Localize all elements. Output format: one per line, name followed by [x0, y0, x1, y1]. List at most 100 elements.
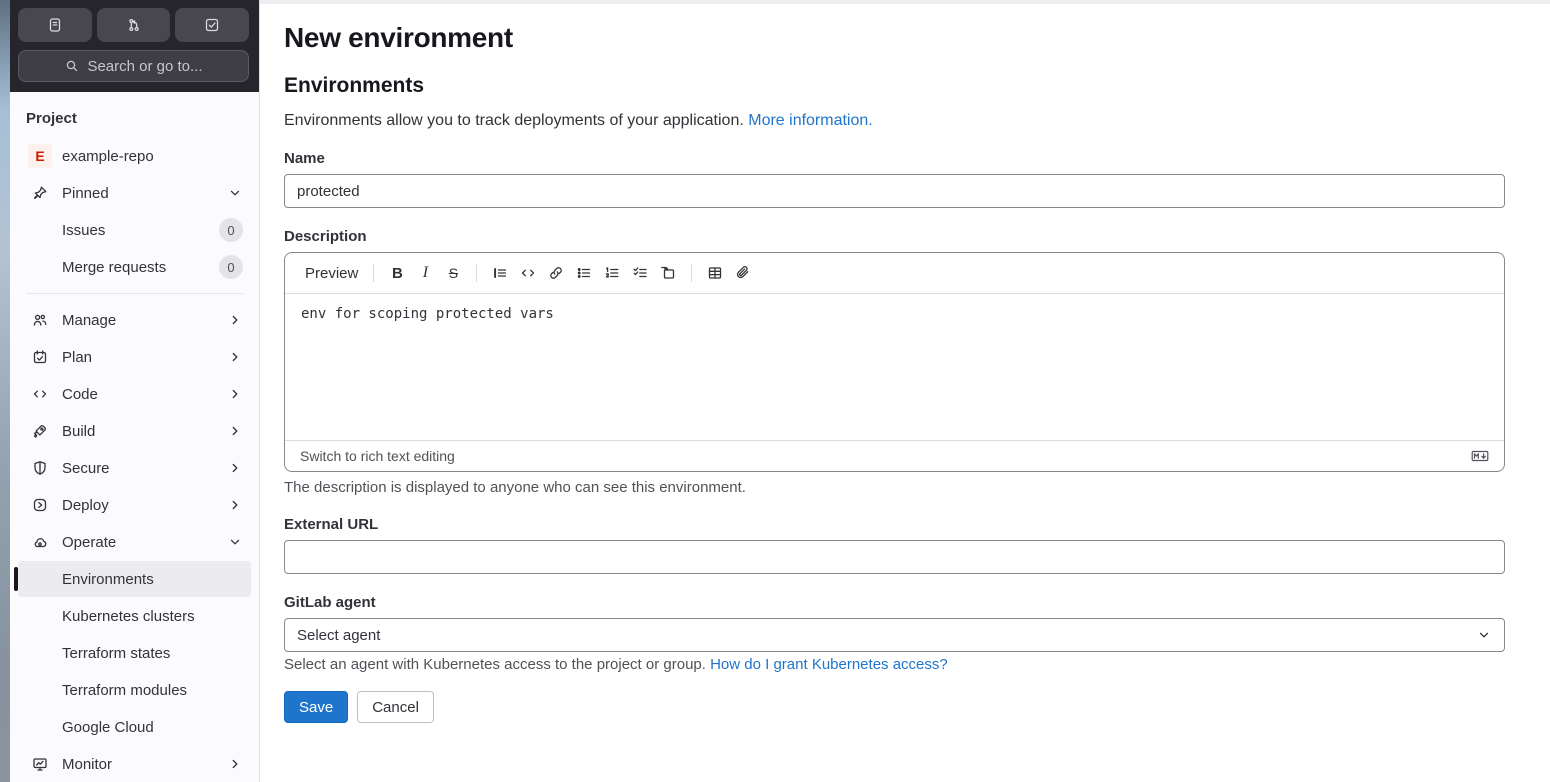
merge-requests-shortcut-button[interactable]	[96, 8, 171, 42]
description-helper: The description is displayed to anyone w…	[284, 479, 746, 496]
project-name: example-repo	[62, 147, 154, 165]
chevron-right-icon	[227, 312, 243, 328]
link-button[interactable]	[542, 259, 570, 287]
agent-select-value: Select agent	[297, 626, 381, 644]
name-input[interactable]	[284, 174, 1505, 208]
editor-footer: Switch to rich text editing	[285, 440, 1504, 471]
chevron-right-icon	[227, 460, 243, 476]
calendar-icon	[32, 349, 48, 365]
link-icon	[548, 265, 564, 281]
chevron-right-icon	[227, 423, 243, 439]
todo-shortcut-button[interactable]	[175, 8, 250, 42]
search-placeholder: Search or go to...	[87, 57, 203, 75]
sidebar-item-code[interactable]: Code	[18, 376, 251, 412]
code-icon	[520, 265, 536, 281]
sidebar-item-terraform-states[interactable]: Terraform states	[18, 635, 251, 671]
task-list-button[interactable]	[626, 259, 654, 287]
agent-helper: Select an agent with Kubernetes access t…	[284, 656, 1505, 673]
toolbar-separator	[691, 264, 693, 282]
cloud-pod-icon	[32, 534, 48, 550]
code-button[interactable]	[514, 259, 542, 287]
bullet-list-button[interactable]	[570, 259, 598, 287]
deploy-label: Deploy	[62, 496, 109, 514]
external-url-label: External URL	[284, 516, 379, 533]
sidebar-nav: Project E example-repo Pinned Issues 0 M…	[10, 92, 259, 782]
merge-requests-count-badge: 0	[219, 255, 243, 279]
sidebar-item-monitor[interactable]: Monitor	[18, 746, 251, 782]
name-label: Name	[284, 150, 325, 167]
preview-button[interactable]: Preview	[299, 261, 364, 286]
issues-count-badge: 0	[219, 218, 243, 242]
chevron-right-icon	[227, 386, 243, 402]
description-label: Description	[284, 228, 367, 245]
sidebar-section-label: Project	[26, 110, 77, 127]
numbered-list-icon	[604, 265, 620, 281]
chevron-right-icon	[227, 756, 243, 772]
markdown-icon	[1471, 448, 1489, 464]
pinned-label: Pinned	[62, 184, 109, 202]
merge-request-icon	[126, 17, 142, 33]
sidebar-item-deploy[interactable]: Deploy	[18, 487, 251, 523]
kubernetes-access-link[interactable]: How do I grant Kubernetes access?	[710, 656, 948, 673]
shield-icon	[32, 460, 48, 476]
attachment-button[interactable]	[729, 259, 757, 287]
collapsible-section-icon	[660, 265, 676, 281]
sidebar-item-terraform-modules[interactable]: Terraform modules	[18, 672, 251, 708]
code-icon	[32, 386, 48, 402]
sidebar-item-pinned[interactable]: Pinned	[18, 175, 251, 211]
sidebar-header: Search or go to...	[10, 0, 259, 92]
form-actions: Save Cancel	[284, 691, 1505, 723]
build-label: Build	[62, 422, 96, 440]
sidebar-item-project[interactable]: E example-repo	[18, 138, 251, 174]
sidebar-item-build[interactable]: Build	[18, 413, 251, 449]
kubernetes-clusters-label: Kubernetes clusters	[62, 607, 195, 625]
environments-heading: Environments	[284, 74, 425, 97]
numbered-list-button[interactable]	[598, 259, 626, 287]
table-button[interactable]	[701, 259, 729, 287]
issues-shortcut-button[interactable]	[18, 8, 92, 42]
deploy-icon	[32, 497, 48, 513]
desktop-edge-strip	[0, 0, 10, 782]
chevron-down-icon	[227, 185, 243, 201]
table-icon	[707, 265, 723, 281]
save-button[interactable]: Save	[284, 691, 349, 723]
external-url-input[interactable]	[284, 540, 1505, 574]
sidebar-item-google-cloud[interactable]: Google Cloud	[18, 709, 251, 745]
agent-helper-text: Select an agent with Kubernetes access t…	[284, 656, 711, 673]
sidebar-item-environments[interactable]: Environments	[14, 561, 251, 597]
chevron-right-icon	[227, 349, 243, 365]
chevron-down-icon	[1476, 627, 1492, 643]
agent-select[interactable]: Select agent	[284, 618, 1505, 652]
description-textarea[interactable]: env for scoping protected vars	[285, 294, 1504, 440]
sidebar-item-manage[interactable]: Manage	[18, 302, 251, 338]
strikethrough-button[interactable]: S	[439, 259, 467, 287]
task-list-icon	[632, 265, 648, 281]
sidebar-item-merge-requests[interactable]: Merge requests 0	[18, 249, 251, 285]
operate-label: Operate	[62, 533, 117, 551]
switch-rich-text-button[interactable]: Switch to rich text editing	[300, 448, 455, 464]
sidebar-divider	[26, 293, 243, 294]
sidebar-item-plan[interactable]: Plan	[18, 339, 251, 375]
quote-button[interactable]	[486, 259, 514, 287]
secure-label: Secure	[62, 459, 110, 477]
more-information-link[interactable]: More information.	[748, 112, 873, 129]
italic-button[interactable]: I	[411, 259, 439, 287]
project-avatar: E	[28, 144, 52, 168]
sidebar-item-issues[interactable]: Issues 0	[18, 212, 251, 248]
sidebar-item-operate[interactable]: Operate	[18, 524, 251, 560]
terraform-states-label: Terraform states	[62, 644, 171, 662]
sidebar-item-kubernetes-clusters[interactable]: Kubernetes clusters	[18, 598, 251, 634]
description-editor: Preview B I S env for scoping protected …	[284, 252, 1505, 472]
environments-label: Environments	[62, 570, 154, 588]
bold-button[interactable]: B	[383, 259, 411, 287]
attachment-icon	[735, 265, 751, 281]
sidebar-item-secure[interactable]: Secure	[18, 450, 251, 486]
collapsible-section-button[interactable]	[654, 259, 682, 287]
plan-label: Plan	[62, 348, 93, 366]
search-input[interactable]: Search or go to...	[18, 50, 249, 82]
issues-label: Issues	[62, 221, 106, 239]
cancel-button[interactable]: Cancel	[357, 691, 434, 723]
terraform-modules-label: Terraform modules	[62, 681, 188, 699]
intro-text-body: Environments allow you to track deployme…	[284, 112, 749, 129]
toolbar-separator	[373, 264, 375, 282]
